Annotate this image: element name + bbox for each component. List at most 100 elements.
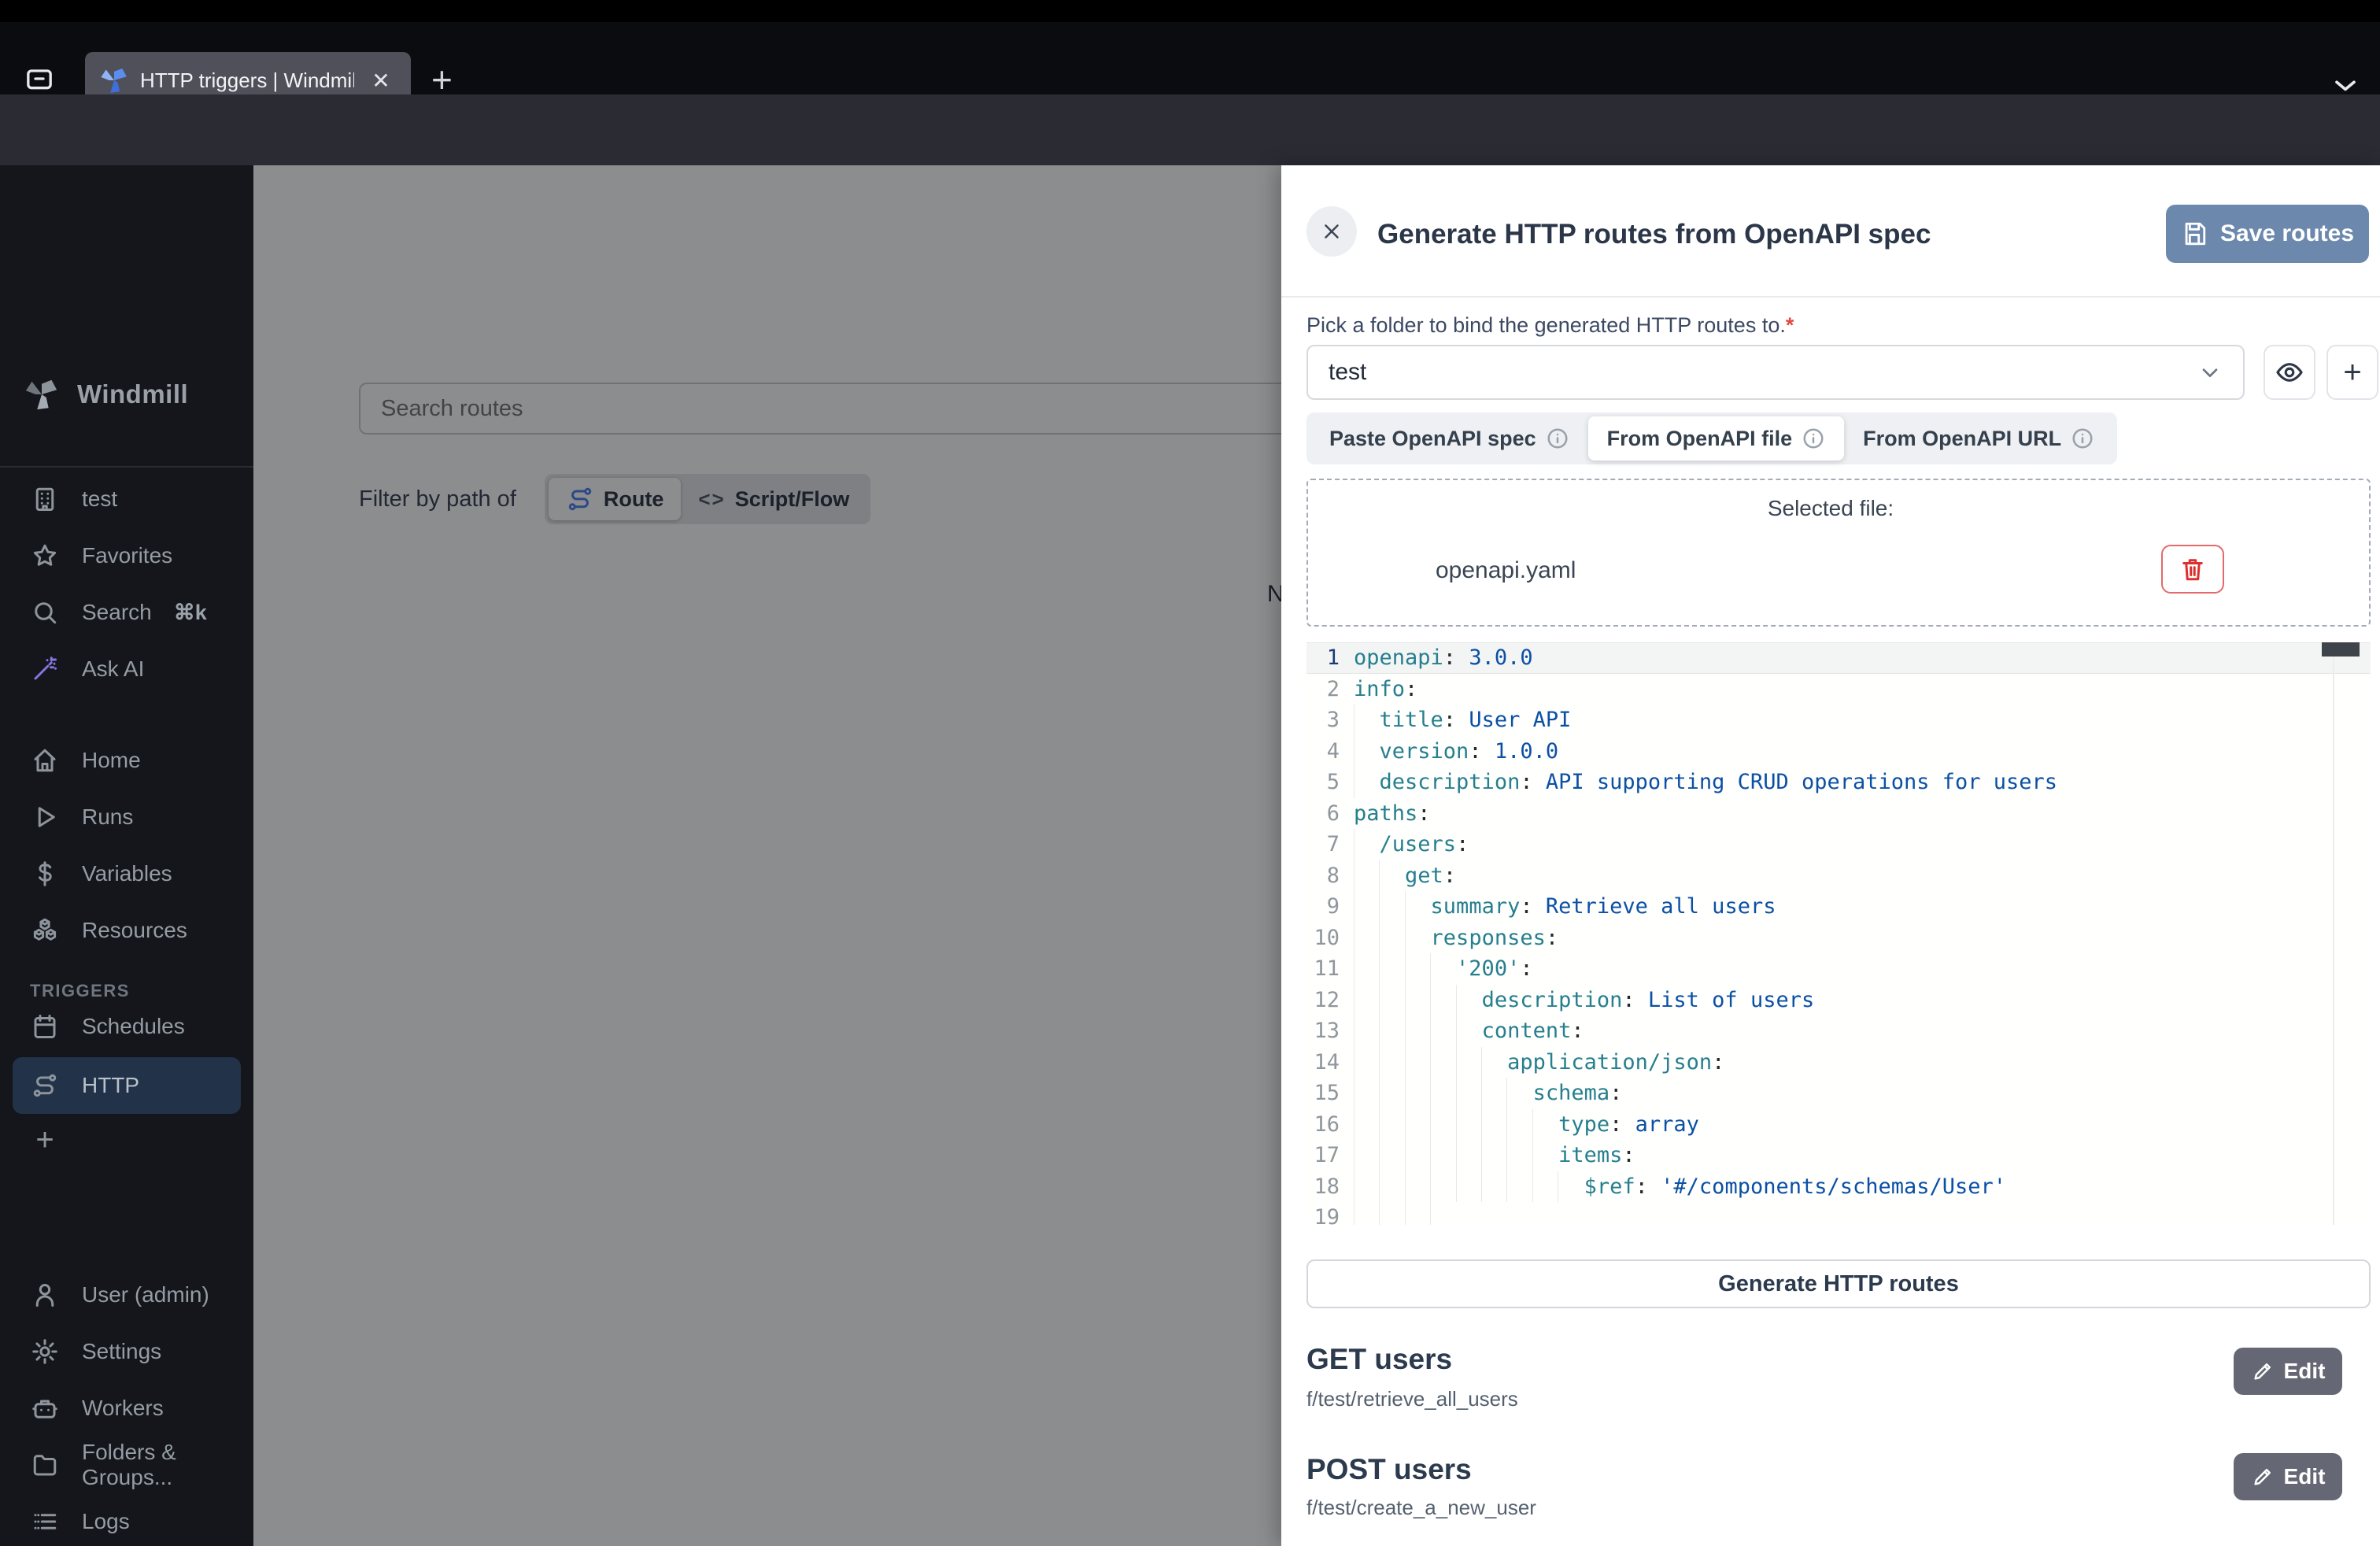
indent-guide	[1379, 1171, 1380, 1203]
sidebar-item-settings[interactable]: Settings	[0, 1323, 253, 1380]
sidebar-item-label: User (admin)	[82, 1282, 209, 1307]
sidebar-add-button[interactable]: +	[0, 1111, 253, 1168]
edit-route-button[interactable]: Edit	[2234, 1348, 2342, 1395]
line-content: type: array	[1354, 1109, 2371, 1141]
line-content: description: List of users	[1354, 985, 2371, 1016]
code-editor[interactable]: 1openapi: 3.0.02info:3 title: User API4 …	[1306, 642, 2371, 1225]
indent-guide	[1506, 1078, 1507, 1109]
indent-guide	[1430, 1140, 1431, 1171]
indent-guide	[1405, 985, 1406, 1016]
sidebar-item-variables[interactable]: Variables	[0, 845, 253, 902]
indent-guide	[1430, 953, 1431, 985]
code-line[interactable]: 7 /users:	[1306, 829, 2371, 860]
sidebar-item-label: Schedules	[82, 1014, 185, 1039]
edit-route-button[interactable]: Edit	[2234, 1453, 2342, 1500]
indent-guide	[1405, 891, 1406, 923]
code-line[interactable]: 16 type: array	[1306, 1109, 2371, 1141]
indent-guide	[1506, 1171, 1507, 1203]
code-line[interactable]: 4 version: 1.0.0	[1306, 736, 2371, 767]
line-number: 13	[1306, 1019, 1340, 1043]
windmill-logo-icon	[24, 376, 60, 412]
code-line[interactable]: 3 title: User API	[1306, 705, 2371, 736]
code-line[interactable]: 19	[1306, 1202, 2371, 1225]
close-icon[interactable]	[1306, 206, 1357, 257]
indent-guide	[1379, 985, 1380, 1016]
sidebar-item-schedules[interactable]: Schedules	[0, 998, 253, 1055]
windmill-favicon	[99, 65, 129, 95]
indent-guide	[1379, 953, 1380, 985]
line-content: version: 1.0.0	[1354, 736, 2371, 767]
indent-guide	[1405, 1015, 1406, 1047]
line-content: description: API supporting CRUD operati…	[1354, 767, 2371, 798]
code-line[interactable]: 18 $ref: '#/components/schemas/User'	[1306, 1171, 2371, 1203]
windmill-logo: Windmill	[24, 376, 188, 412]
indent-guide	[1379, 1202, 1380, 1225]
indent-guide	[1532, 1109, 1533, 1141]
sidebar-item-home[interactable]: Home	[0, 732, 253, 789]
sidebar-item-folders-groups-[interactable]: Folders & Groups...	[0, 1437, 253, 1493]
robot-icon	[30, 1393, 60, 1423]
code-line[interactable]: 9 summary: Retrieve all users	[1306, 891, 2371, 923]
sidebar-item-search[interactable]: Search⌘k	[0, 584, 253, 641]
info-icon	[1802, 427, 1825, 450]
code-line[interactable]: 8 get:	[1306, 860, 2371, 892]
code-line[interactable]: 13 content:	[1306, 1015, 2371, 1047]
info-icon	[2071, 427, 2094, 450]
sidebar-item-favorites[interactable]: Favorites	[0, 527, 253, 584]
tab-from-openapi-file[interactable]: From OpenAPI file	[1588, 416, 1845, 460]
code-line[interactable]: 5 description: API supporting CRUD opera…	[1306, 767, 2371, 798]
chevron-down-icon	[2197, 360, 2223, 385]
new-tab-button[interactable]: +	[431, 61, 453, 98]
sidebar-item-http[interactable]: HTTP	[13, 1057, 241, 1114]
line-content: summary: Retrieve all users	[1354, 891, 2371, 923]
list-icon	[30, 1507, 60, 1537]
line-number: 7	[1306, 832, 1340, 856]
code-line[interactable]: 2info:	[1306, 674, 2371, 705]
preview-folder-button[interactable]	[2264, 345, 2315, 400]
code-line[interactable]: 12 description: List of users	[1306, 985, 2371, 1016]
remove-file-button[interactable]	[2161, 545, 2224, 594]
code-line[interactable]: 14 application/json:	[1306, 1047, 2371, 1078]
tab-paste-openapi-spec[interactable]: Paste OpenAPI spec	[1310, 416, 1588, 460]
code-line[interactable]: 17 items:	[1306, 1140, 2371, 1171]
sidebar-item-label: Runs	[82, 804, 133, 830]
add-folder-button[interactable]: +	[2326, 345, 2378, 400]
boxes-icon	[30, 915, 60, 945]
sidebar-item-label: Home	[82, 748, 141, 773]
sidebar-item-runs[interactable]: Runs	[0, 789, 253, 845]
brand-name: Windmill	[77, 379, 188, 409]
route-path: f/test/create_a_new_user	[1306, 1496, 1536, 1520]
save-routes-button[interactable]: Save routes	[2166, 205, 2369, 263]
save-icon	[2181, 220, 2208, 247]
code-line[interactable]: 11 '200':	[1306, 953, 2371, 985]
sidebar-item-test[interactable]: test	[0, 471, 253, 527]
indent-guide	[1456, 1078, 1457, 1109]
indent-guide	[1481, 1140, 1482, 1171]
code-line[interactable]: 15 schema:	[1306, 1078, 2371, 1109]
indent-guide	[1379, 1078, 1380, 1109]
wand-icon	[30, 654, 60, 684]
tab-close-icon[interactable]: ✕	[365, 65, 397, 96]
generate-routes-drawer: Generate HTTP routes from OpenAPI spec S…	[1281, 165, 2380, 1546]
generate-http-routes-button[interactable]: Generate HTTP routes	[1306, 1259, 2371, 1308]
editor-scrollbar-handle[interactable]	[2322, 642, 2360, 656]
editor-scrollbar-track	[2333, 642, 2334, 1225]
indent-guide	[1430, 1109, 1431, 1141]
route-title: POST users	[1306, 1453, 1472, 1486]
line-content: '200':	[1354, 953, 2371, 985]
sidebar-item-resources[interactable]: Resources	[0, 902, 253, 959]
indent-guide	[1481, 1171, 1482, 1203]
sidebar-item-ask-ai[interactable]: Ask AI	[0, 641, 253, 697]
indent-guide	[1456, 1140, 1457, 1171]
sidebar-item-logs[interactable]: Logs	[0, 1493, 253, 1546]
code-line[interactable]: 6paths:	[1306, 798, 2371, 830]
sidebar-item-user-admin-[interactable]: User (admin)	[0, 1267, 253, 1323]
line-content	[1354, 1202, 2371, 1225]
code-line[interactable]: 1openapi: 3.0.0	[1306, 642, 2371, 674]
folder-select[interactable]: test	[1306, 345, 2245, 400]
line-number: 16	[1306, 1112, 1340, 1137]
sidebar-item-workers[interactable]: Workers	[0, 1380, 253, 1437]
indent-guide	[1405, 1140, 1406, 1171]
tab-from-openapi-url[interactable]: From OpenAPI URL	[1844, 416, 2113, 460]
code-line[interactable]: 10 responses:	[1306, 923, 2371, 954]
